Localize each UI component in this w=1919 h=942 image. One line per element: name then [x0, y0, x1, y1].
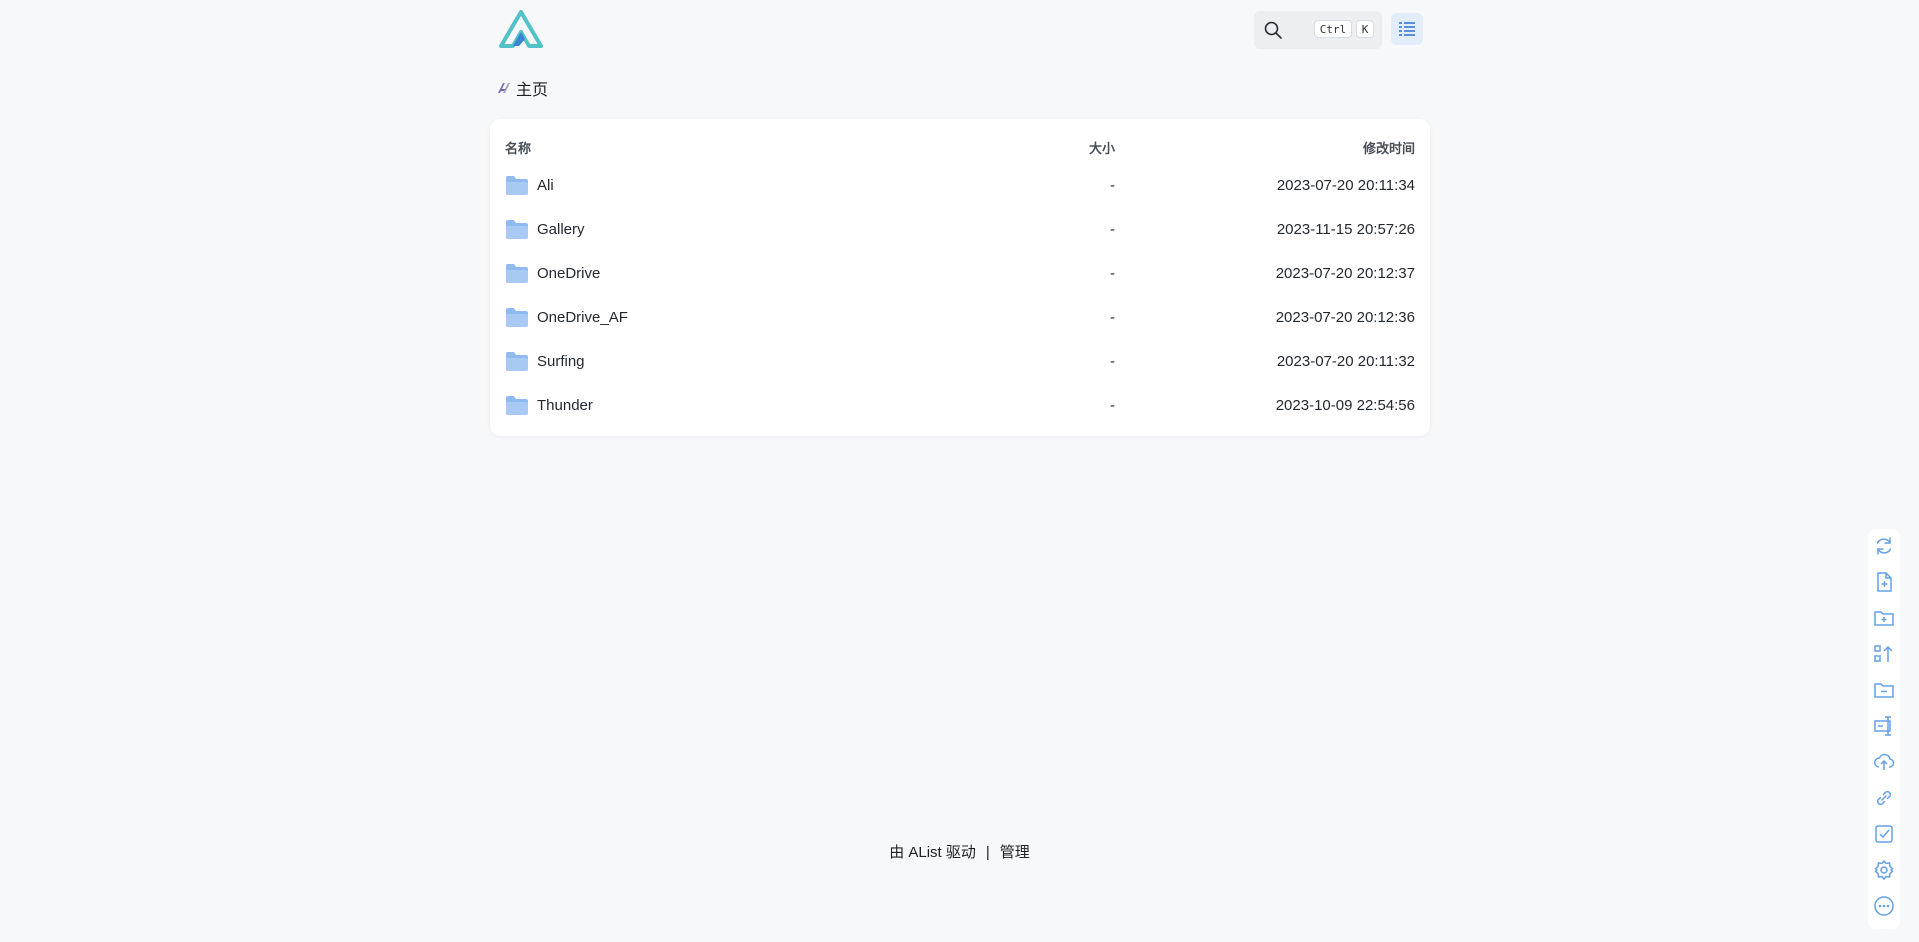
search-box[interactable]: Ctrl K — [1254, 11, 1382, 49]
link-icon — [1876, 790, 1892, 806]
new-file-icon — [1877, 572, 1892, 592]
folder-icon — [506, 220, 528, 239]
file-modified: 2023-07-20 20:11:34 — [1276, 177, 1415, 194]
home-icon — [498, 83, 510, 93]
header: Ctrl K — [490, 0, 1430, 60]
delete-folder-button[interactable] — [1873, 679, 1895, 701]
file-name[interactable]: OneDrive_AF — [537, 309, 628, 326]
file-name[interactable]: Surfing — [537, 353, 585, 370]
file-name[interactable]: Ali — [537, 177, 554, 194]
search-icon — [1264, 21, 1282, 39]
checkbox-icon — [1875, 825, 1893, 843]
settings-button[interactable] — [1873, 859, 1895, 881]
shortcut-key-ctrl: Ctrl — [1314, 20, 1352, 38]
breadcrumb: 主页 — [496, 76, 548, 100]
folder-minus-icon — [1874, 683, 1894, 698]
column-header-modified[interactable]: 修改时间 — [1363, 138, 1415, 157]
file-modified: 2023-10-09 22:54:56 — [1275, 397, 1415, 414]
file-size: - — [1110, 309, 1115, 326]
new-folder-button[interactable] — [1873, 607, 1895, 629]
file-name[interactable]: OneDrive — [537, 265, 600, 282]
file-size: - — [1110, 221, 1115, 238]
powered-by-link[interactable]: 由 AList 驱动 — [889, 844, 976, 861]
column-header-size[interactable]: 大小 — [1089, 138, 1115, 157]
file-size: - — [1110, 397, 1115, 414]
file-modified: 2023-07-20 20:11:32 — [1276, 353, 1415, 370]
file-modified: 2023-07-20 20:12:37 — [1275, 265, 1415, 282]
alist-logo-icon[interactable] — [499, 10, 543, 48]
main-container: Ctrl K 主页 名称 大小 修改时间 Ali - 2023-07-20 20… — [490, 0, 1430, 436]
table-row[interactable]: Surfing - 2023-07-20 20:11:32 — [490, 340, 1430, 384]
table-row[interactable]: Thunder - 2023-10-09 22:54:56 — [490, 384, 1430, 428]
more-icon — [1874, 896, 1894, 916]
table-row[interactable]: OneDrive_AF - 2023-07-20 20:12:36 — [490, 296, 1430, 340]
table-row[interactable]: OneDrive - 2023-07-20 20:12:37 — [490, 252, 1430, 296]
folder-icon — [506, 352, 528, 371]
footer: 由 AList 驱动 | 管理 — [0, 841, 1919, 862]
rename-button[interactable] — [1873, 715, 1895, 737]
upload-icon — [1874, 753, 1895, 770]
new-folder-icon — [1874, 611, 1894, 626]
more-button[interactable] — [1873, 895, 1895, 917]
table-header: 名称 大小 修改时间 — [490, 119, 1430, 167]
side-toolbar — [1868, 529, 1900, 929]
file-name[interactable]: Thunder — [537, 397, 593, 414]
file-size: - — [1110, 353, 1115, 370]
rename-icon — [1874, 716, 1891, 736]
refresh-button[interactable] — [1873, 535, 1895, 557]
file-modified: 2023-11-15 20:57:26 — [1276, 221, 1415, 238]
folder-icon — [506, 176, 528, 195]
file-size: - — [1110, 177, 1115, 194]
manage-link[interactable]: 管理 — [1000, 844, 1030, 861]
footer-separator: | — [985, 844, 990, 861]
layout-toggle-button[interactable] — [1391, 13, 1423, 45]
folder-icon — [506, 308, 528, 327]
offline-download-button[interactable] — [1873, 787, 1895, 809]
table-row[interactable]: Ali - 2023-07-20 20:11:34 — [490, 164, 1430, 208]
sort-button[interactable] — [1873, 643, 1895, 665]
table-row[interactable]: Gallery - 2023-11-15 20:57:26 — [490, 208, 1430, 252]
file-list-card: 名称 大小 修改时间 Ali - 2023-07-20 20:11:34 Gal… — [490, 119, 1430, 436]
list-view-icon — [1399, 22, 1415, 36]
select-button[interactable] — [1873, 823, 1895, 845]
folder-icon — [506, 396, 528, 415]
new-file-button[interactable] — [1873, 571, 1895, 593]
breadcrumb-home-link[interactable]: 主页 — [516, 76, 548, 100]
upload-button[interactable] — [1873, 751, 1895, 773]
sort-icon — [1874, 645, 1893, 662]
file-modified: 2023-07-20 20:12:36 — [1275, 309, 1415, 326]
column-header-name[interactable]: 名称 — [505, 138, 531, 157]
refresh-icon — [1876, 537, 1892, 555]
folder-icon — [506, 264, 528, 283]
settings-icon — [1874, 859, 1894, 881]
shortcut-key-k: K — [1356, 20, 1374, 38]
file-name[interactable]: Gallery — [537, 221, 585, 238]
file-size: - — [1110, 265, 1115, 282]
